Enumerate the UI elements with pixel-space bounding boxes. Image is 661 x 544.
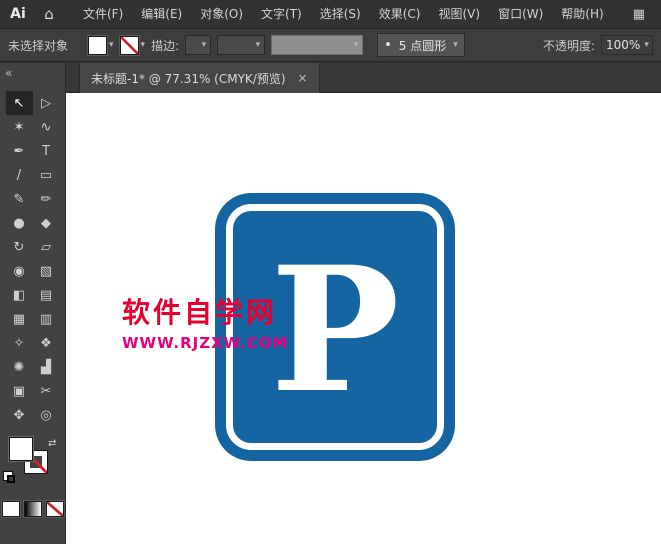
stroke-weight-select[interactable]: ▾ [185, 35, 211, 55]
direct-selection-tool[interactable]: ▷ [33, 91, 60, 115]
artboard-canvas[interactable]: P 软件自学网 WWW.RJZXW.COM [66, 93, 661, 544]
symbol-sprayer-tool[interactable]: ✺ [6, 355, 33, 379]
chevron-down-icon: ▾ [354, 41, 359, 50]
mesh-tool[interactable]: ▦ [6, 307, 33, 331]
tools-panel: « ↖▷✶∿✒T/▭✎✏●◆↻▱◉▧◧▤▦▥✧❖✺▟▣✂✥◎ ⇄ [0, 63, 66, 544]
default-stroke-icon [7, 475, 15, 483]
menu-item-effect[interactable]: 效果(C) [370, 0, 430, 28]
fill-stroke-indicator: ⇄ [0, 437, 65, 489]
slice-tool[interactable]: ✂ [33, 379, 60, 403]
menu-items: 文件(F)编辑(E)对象(O)文字(T)选择(S)效果(C)视图(V)窗口(W)… [74, 0, 613, 28]
chevron-down-icon: ▾ [202, 41, 207, 50]
menu-item-object[interactable]: 对象(O) [191, 0, 252, 28]
variable-width-profile-select: ▾ [271, 35, 363, 55]
zoom-tool[interactable]: ◎ [33, 403, 60, 427]
chevron-down-icon: ▾ [453, 41, 458, 50]
paintbrush-tool[interactable]: ✎ [6, 187, 33, 211]
gradient-tool[interactable]: ▥ [33, 307, 60, 331]
menu-item-type[interactable]: 文字(T) [252, 0, 311, 28]
stroke-none-swatch [120, 36, 139, 55]
chevron-down-icon: ▾ [256, 41, 261, 50]
menu-item-help[interactable]: 帮助(H) [552, 0, 612, 28]
close-icon[interactable]: × [298, 71, 308, 85]
shape-builder-tool[interactable]: ◧ [6, 283, 33, 307]
artboard-tool[interactable]: ▣ [6, 379, 33, 403]
chevron-down-icon: ▾ [109, 41, 114, 50]
eyedropper-tool[interactable]: ✧ [6, 331, 33, 355]
pen-tool[interactable]: ✒ [6, 139, 33, 163]
brush-preview-icon: • [384, 39, 392, 52]
none-button[interactable] [46, 501, 64, 517]
eraser-tool[interactable]: ◆ [33, 211, 60, 235]
lasso-tool[interactable]: ∿ [33, 115, 60, 139]
pencil-tool[interactable]: ✏ [33, 187, 60, 211]
rectangle-tool[interactable]: ▭ [33, 163, 60, 187]
stroke-label: 描边: [151, 37, 179, 54]
line-segment-tool[interactable]: / [6, 163, 33, 187]
stroke-color-control[interactable]: ▾ [120, 36, 146, 55]
fill-color-control[interactable]: ▾ [88, 36, 114, 55]
swap-fill-stroke-icon[interactable]: ⇄ [48, 438, 56, 449]
opacity-value: 100% [606, 38, 640, 52]
control-bar: 未选择对象 ▾ ▾ 描边: ▾ ▾ ▾ • 5 点圆形 ▾ 不透明度: 100%… [0, 29, 661, 62]
opacity-select[interactable]: 100% ▾ [601, 35, 653, 55]
collapse-panel-button[interactable]: « [0, 63, 65, 91]
document-tab-title: 未标题-1* @ 77.31% (CMYK/预览) [91, 70, 286, 87]
menu-item-file[interactable]: 文件(F) [74, 0, 132, 28]
fill-color-box[interactable] [9, 437, 33, 461]
fill-swatch [88, 36, 107, 55]
menu-item-select[interactable]: 选择(S) [311, 0, 370, 28]
scale-tool[interactable]: ▱ [33, 235, 60, 259]
menu-item-view[interactable]: 视图(V) [429, 0, 489, 28]
hand-tool[interactable]: ✥ [6, 403, 33, 427]
free-transform-tool[interactable]: ▧ [33, 259, 60, 283]
menu-item-window[interactable]: 窗口(W) [489, 0, 552, 28]
watermark: 软件自学网 WWW.RJZXW.COM [122, 291, 288, 352]
selection-tool[interactable]: ↖ [6, 91, 33, 115]
selection-status: 未选择对象 [8, 37, 82, 54]
blend-tool[interactable]: ❖ [33, 331, 60, 355]
chevron-down-icon: ▾ [141, 41, 146, 50]
type-tool[interactable]: T [33, 139, 60, 163]
workspace-switcher-icon[interactable]: ▦ [633, 7, 645, 22]
document-tab[interactable]: 未标题-1* @ 77.31% (CMYK/预览) × [79, 63, 320, 93]
default-fill-stroke-icon[interactable] [3, 471, 17, 485]
width-tool[interactable]: ◉ [6, 259, 33, 283]
menu-bar: Ai ⌂ 文件(F)编辑(E)对象(O)文字(T)选择(S)效果(C)视图(V)… [0, 0, 661, 29]
menu-item-edit[interactable]: 编辑(E) [132, 0, 191, 28]
watermark-site-url: WWW.RJZXW.COM [122, 334, 288, 352]
gradient-button[interactable] [24, 501, 42, 517]
tools-grid: ↖▷✶∿✒T/▭✎✏●◆↻▱◉▧◧▤▦▥✧❖✺▟▣✂✥◎ [0, 91, 65, 427]
app-logo: Ai [0, 6, 36, 22]
brush-name: 5 点圆形 [399, 37, 446, 54]
column-graph-tool[interactable]: ▟ [33, 355, 60, 379]
stroke-options-select[interactable]: ▾ [217, 35, 265, 55]
home-icon[interactable]: ⌂ [36, 5, 62, 23]
color-mode-buttons [0, 501, 65, 517]
chevron-down-icon: ▾ [644, 41, 649, 50]
watermark-site-name: 软件自学网 [122, 291, 288, 331]
magic-wand-tool[interactable]: ✶ [6, 115, 33, 139]
color-button[interactable] [2, 501, 20, 517]
opacity-label: 不透明度: [543, 37, 595, 54]
blob-brush-tool[interactable]: ● [6, 211, 33, 235]
rotate-tool[interactable]: ↻ [6, 235, 33, 259]
brush-definition-select[interactable]: • 5 点圆形 ▾ [377, 33, 465, 57]
perspective-grid-tool[interactable]: ▤ [33, 283, 60, 307]
document-tab-bar: 未标题-1* @ 77.31% (CMYK/预览) × [66, 63, 661, 93]
